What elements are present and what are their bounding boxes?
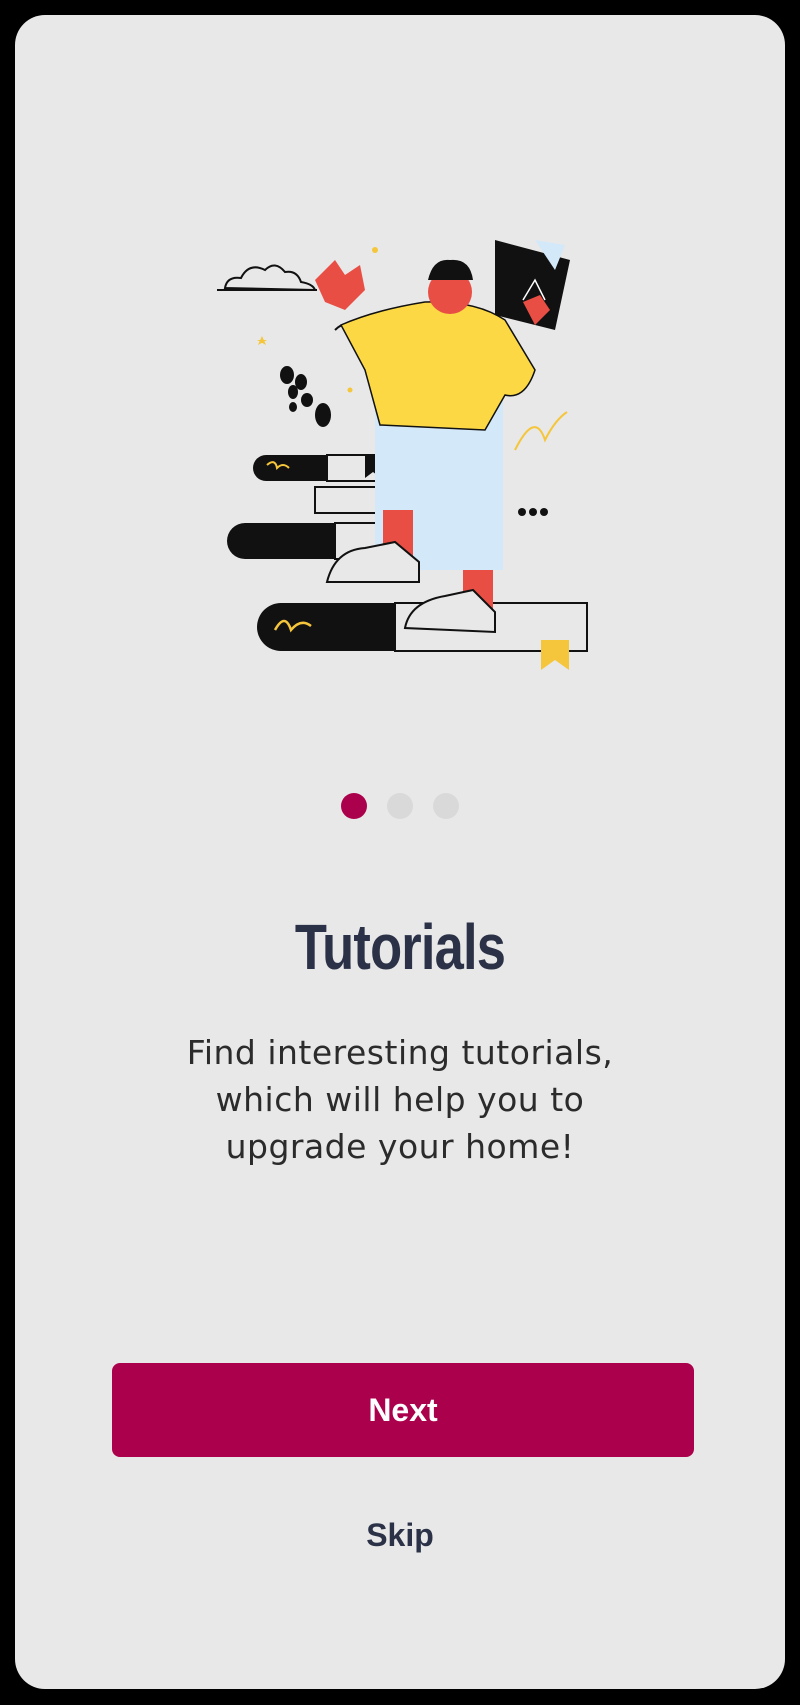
person-on-books-reading-illustration: [217, 240, 588, 670]
onboarding-screen: Tutorials Find interesting tutorials, wh…: [15, 15, 785, 1689]
pagination-dot[interactable]: [433, 793, 459, 819]
page-description: Find interesting tutorials, which will h…: [186, 1033, 614, 1166]
pagination-dots: [15, 793, 785, 819]
pagination-dot-active[interactable]: [341, 793, 367, 819]
skip-button[interactable]: Skip: [15, 1517, 785, 1554]
page-title: Tutorials: [294, 911, 506, 983]
next-button[interactable]: Next: [112, 1363, 694, 1457]
pagination-dot[interactable]: [387, 793, 413, 819]
